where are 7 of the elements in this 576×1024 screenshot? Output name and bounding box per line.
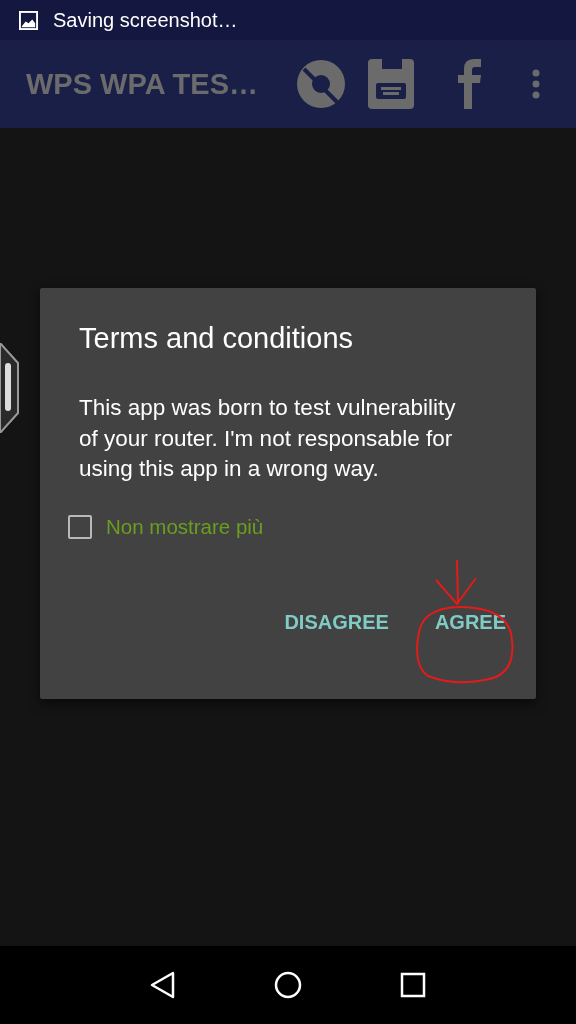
dialog-title: Terms and conditions [79, 322, 355, 355]
app-title: WPS WPA TES… [26, 67, 259, 101]
checkbox-label[interactable]: Non mostrare più [106, 514, 264, 539]
dialog-message: This app was born to test vulnerability of your router. I'm not responsable for using this app in a wrong way. [79, 394, 457, 483]
notification-text: Saving screenshot… [53, 8, 238, 32]
dialog-button[interactable]: DISAGREE [270, 600, 403, 644]
dialog-button[interactable]: AGREE [420, 600, 520, 644]
